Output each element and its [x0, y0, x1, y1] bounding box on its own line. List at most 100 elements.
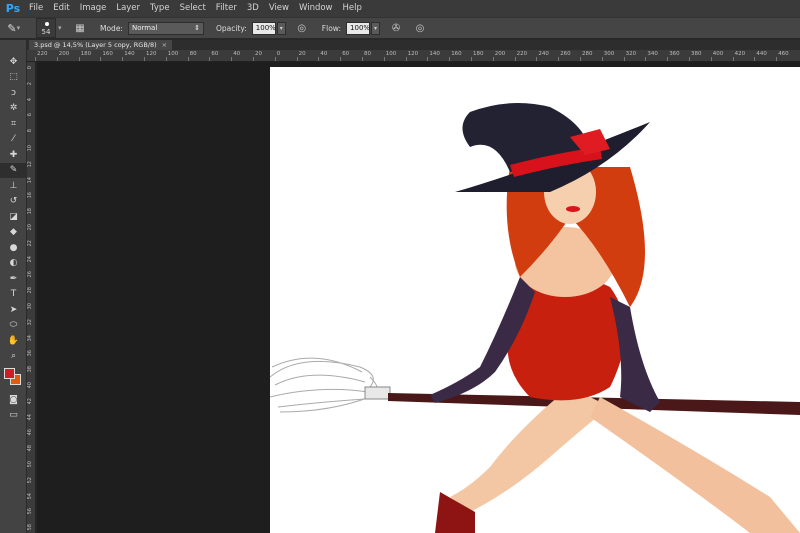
ruler-tick	[732, 57, 734, 61]
ruler-tick-label: 36	[27, 350, 33, 357]
leg-right	[590, 397, 800, 533]
opacity-input[interactable]: 100%	[251, 21, 276, 35]
ruler-tick-label: 6	[27, 113, 33, 117]
ruler-tick-label: 220	[37, 51, 48, 57]
workspace[interactable]	[37, 62, 800, 533]
menu-help[interactable]: Help	[338, 0, 367, 17]
airbrush-icon[interactable]: ✇	[388, 20, 404, 36]
pressure-opacity-icon[interactable]: ◎	[294, 20, 310, 36]
path-select-icon[interactable]: ➤	[0, 302, 27, 318]
opacity-dropdown[interactable]: ▾	[276, 21, 286, 35]
ruler-tick-label: 140	[429, 51, 440, 57]
ruler-tick-label: 26	[27, 271, 33, 278]
eraser-icon[interactable]: ◪	[0, 209, 27, 225]
flow-input[interactable]: 100%	[346, 21, 370, 35]
zoom-icon[interactable]: ⌕	[0, 349, 27, 365]
marquee-icon[interactable]: ⬚	[0, 70, 27, 86]
brush-size: 54	[41, 28, 51, 36]
type-icon[interactable]: T	[0, 287, 27, 303]
menu-edit[interactable]: Edit	[48, 0, 74, 17]
brush-icon[interactable]: ✎	[0, 162, 27, 178]
ruler-tick-label: 60	[342, 51, 350, 57]
menu-window[interactable]: Window	[294, 0, 338, 17]
broom-binding	[364, 386, 391, 400]
ruler-tick	[144, 57, 145, 61]
menu-layer[interactable]: Layer	[111, 0, 145, 17]
opacity-label: Opacity:	[215, 23, 247, 33]
crop-icon[interactable]: ⌗	[0, 116, 27, 132]
blur-icon[interactable]: ●	[0, 240, 27, 256]
ruler-tick-label: 280	[582, 51, 593, 57]
menu-bar: Ps File Edit Image Layer Type Select Fil…	[0, 0, 800, 17]
tool-preset-picker[interactable]: ✎ ▾	[0, 19, 30, 37]
foreground-color[interactable]	[4, 368, 15, 379]
stamp-icon[interactable]: ⊥	[0, 178, 27, 194]
pen-icon[interactable]: ✒	[0, 271, 27, 287]
ruler-tick-label: 160	[102, 51, 113, 57]
ruler-tick	[100, 57, 102, 61]
magic-wand-icon[interactable]: ✲	[0, 101, 27, 117]
chevron-down-icon[interactable]: ▾	[58, 24, 64, 32]
pressure-size-icon[interactable]: ◎	[412, 20, 428, 36]
flow-label: Flow:	[321, 23, 342, 33]
menu-type[interactable]: Type	[145, 0, 175, 17]
vertical-ruler[interactable]: 0 2 4 6 8 10 12 14 16 18 20 22 24 26 28 30 32 34 36 38 40 42 4…	[27, 62, 36, 533]
toolbox: ✥ ⬚ ↄ ✲ ⌗ ⁄ ✚ ✎ ⊥ ↺ ◪ ◆ ● ◐ ✒ T ➤ ⬭ ✋ ⌕ …	[0, 40, 27, 533]
quick-mask-icon[interactable]: ◙	[0, 392, 27, 408]
document-tab[interactable]: 3.psd @ 14,5% (Layer 5 copy, RGB/8) ×	[29, 40, 173, 50]
ruler-tick	[318, 57, 320, 61]
brush-panel-icon[interactable]: ▦	[72, 20, 88, 36]
ruler-tick-label: 420	[734, 51, 746, 57]
menu-select[interactable]: Select	[175, 0, 211, 17]
ruler-tick-label: 160	[451, 51, 462, 57]
menu-image[interactable]: Image	[75, 0, 112, 17]
menu-filter[interactable]: Filter	[211, 0, 242, 17]
ruler-tick	[623, 57, 625, 61]
toolbox-grip[interactable]	[0, 40, 26, 54]
ruler-tick-label: 180	[80, 51, 92, 57]
ruler-tick-label: 40	[27, 382, 33, 389]
ruler-tick	[340, 57, 342, 61]
ruler-tick-label: 24	[27, 255, 33, 262]
ruler-tick	[558, 57, 560, 61]
ruler-tick-label: 42	[27, 397, 33, 405]
ruler-tick-label: 20	[255, 51, 262, 57]
ruler-tick-label: 0	[27, 66, 33, 70]
ruler-tick-label: 52	[27, 476, 33, 484]
ruler-tick-label: 360	[669, 51, 680, 57]
brush-preset-picker[interactable]: 54	[36, 18, 56, 38]
chevron-updown-icon: ⇕	[194, 24, 200, 32]
screen-mode-icon[interactable]: ▭	[0, 408, 27, 424]
hand-icon[interactable]: ✋	[0, 333, 27, 349]
ruler-tick-label: 34	[27, 334, 33, 341]
menu-3d[interactable]: 3D	[242, 0, 264, 17]
dodge-icon[interactable]: ◐	[0, 256, 27, 272]
ruler-tick-label: 32	[27, 318, 33, 326]
mode-value: Normal	[131, 24, 158, 32]
ruler-tick-label: 120	[407, 51, 419, 57]
ruler-tick-label: 240	[538, 51, 549, 57]
menu-file[interactable]: File	[24, 0, 48, 17]
ruler-tick-label: 20	[27, 224, 33, 231]
lasso-icon[interactable]: ↄ	[0, 85, 27, 101]
move-icon[interactable]: ✥	[0, 54, 27, 70]
ruler-tick-label: 220	[516, 51, 528, 57]
mode-select[interactable]: Normal ⇕	[127, 21, 204, 35]
color-swatches	[0, 364, 27, 392]
document-tab-title: 3.psd @ 14,5% (Layer 5 copy, RGB/8)	[34, 41, 157, 49]
ruler-tick	[471, 57, 472, 61]
close-icon[interactable]: ×	[162, 40, 167, 50]
bucket-icon[interactable]: ◆	[0, 225, 27, 241]
healing-icon[interactable]: ✚	[0, 147, 27, 163]
history-brush-icon[interactable]: ↺	[0, 194, 27, 210]
horizontal-ruler[interactable]: 220 200 180 160 140 120 100 80 60 40 20 0 20 40 60 80 10…	[27, 50, 800, 62]
shape-icon[interactable]: ⬭	[0, 318, 27, 334]
ruler-tick	[667, 57, 669, 61]
flow-dropdown[interactable]: ▾	[371, 21, 381, 35]
eyedropper-icon[interactable]: ⁄	[0, 132, 27, 148]
ruler-tick	[514, 57, 516, 61]
ruler-tick-label: 80	[364, 51, 371, 57]
ruler-tick	[165, 57, 167, 61]
menu-view[interactable]: View	[264, 0, 294, 17]
canvas[interactable]	[270, 67, 800, 533]
